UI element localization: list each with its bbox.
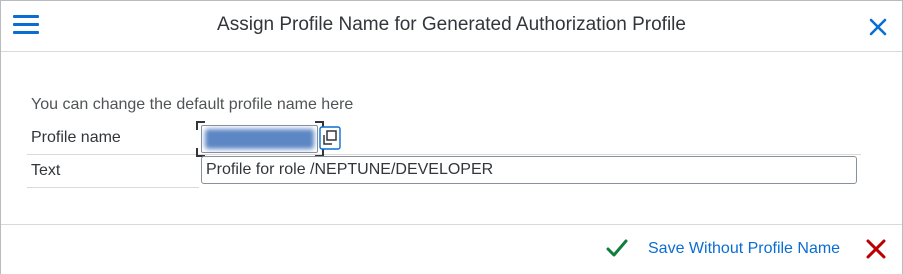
dialog: Assign Profile Name for Generated Author… [0, 0, 903, 274]
dialog-title: Assign Profile Name for Generated Author… [217, 14, 686, 35]
text-row: Text [27, 155, 861, 188]
dialog-content: You can change the default profile name … [1, 52, 902, 224]
profile-name-label: Profile name [31, 129, 121, 146]
save-without-profile-name-button[interactable]: Save Without Profile Name [648, 240, 840, 258]
dialog-footer: Save Without Profile Name [1, 224, 902, 274]
dialog-header: Assign Profile Name for Generated Author… [1, 1, 902, 52]
profile-name-input[interactable] [201, 125, 318, 153]
text-input[interactable] [201, 156, 857, 184]
profile-name-row: Profile name [27, 121, 861, 157]
hint-text: You can change the default profile name … [31, 96, 354, 113]
value-help-icon[interactable] [319, 126, 341, 150]
redacted-value [205, 129, 314, 149]
checkmark-icon[interactable] [605, 237, 629, 261]
close-icon[interactable] [866, 15, 890, 39]
text-label: Text [31, 162, 61, 179]
cancel-icon[interactable] [865, 238, 887, 260]
